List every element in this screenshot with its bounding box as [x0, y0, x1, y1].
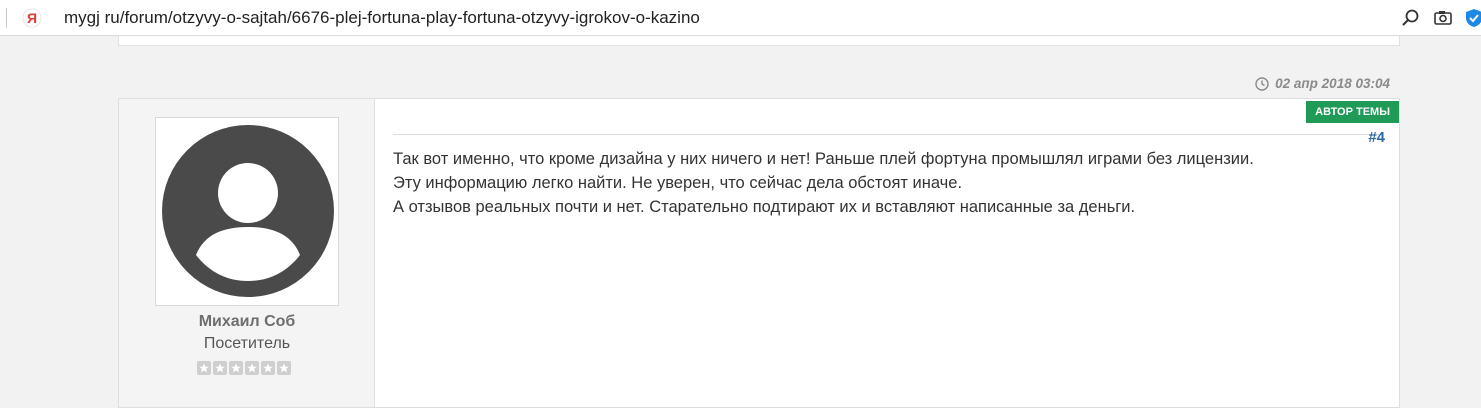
post-body: Так вот именно, что кроме дизайна у них … [393, 147, 1373, 219]
rating-star-icon [197, 361, 211, 375]
yandex-logo-icon[interactable]: Я [22, 8, 42, 28]
rating-star-icon [229, 361, 243, 375]
clock-icon [1255, 76, 1269, 91]
author-name[interactable]: Михаил Соб [119, 313, 375, 331]
previous-post-bottom [118, 36, 1400, 46]
default-user-icon [162, 125, 334, 297]
author-role: Посетитель [203, 335, 291, 352]
post-body-line: Так вот именно, что кроме дизайна у них … [393, 150, 1254, 168]
post-author-sidebar: Михаил Соб Посетитель [119, 99, 375, 407]
browser-address-bar: Я mygj ru/forum/otzyvy-o-sajtah/6676-ple… [0, 0, 1481, 36]
address-bar-edge [6, 8, 7, 28]
rating-star-icon [261, 361, 275, 375]
post-number-link[interactable]: #4 [1368, 129, 1385, 146]
topic-author-badge: Автор темы [1306, 101, 1399, 123]
rating-star-icon [213, 361, 227, 375]
forum-post: Михаил Соб Посетитель Автор темы #4 Так … [118, 98, 1400, 408]
rating-star-icon [245, 361, 259, 375]
shield-icon[interactable] [1463, 7, 1481, 29]
search-icon[interactable] [1400, 7, 1422, 29]
post-body-line: Эту информацию легко найти. Не уверен, ч… [393, 174, 963, 192]
avatar[interactable] [155, 117, 339, 306]
svg-text:Я: Я [27, 10, 37, 26]
post-header-divider [393, 134, 1383, 135]
post-date-text: 02 апр 2018 03:04 [1275, 76, 1390, 91]
rating-star-icon [277, 361, 291, 375]
post-body-line: А отзывов реальных почти и нет. Старател… [393, 198, 1136, 216]
post-date: 02 апр 2018 03:04 [1255, 76, 1390, 91]
camera-icon[interactable] [1432, 7, 1454, 29]
url-field[interactable]: mygj ru/forum/otzyvy-o-sajtah/6676-plej-… [64, 8, 700, 28]
author-rating [197, 361, 291, 375]
